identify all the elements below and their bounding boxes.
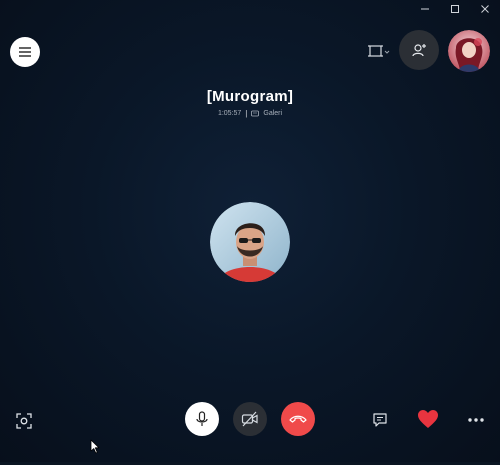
participant-photo xyxy=(210,202,290,282)
window-close-button[interactable] xyxy=(470,0,500,18)
window-maximize-button[interactable] xyxy=(440,0,470,18)
menu-button[interactable] xyxy=(10,37,40,67)
close-icon xyxy=(481,5,489,13)
call-title: [Murogram] xyxy=(206,88,294,105)
camera-capture-icon xyxy=(16,413,32,429)
window-minimize-button[interactable] xyxy=(410,0,440,18)
mute-microphone-button[interactable] xyxy=(185,402,219,436)
call-layout-button[interactable] xyxy=(366,40,392,62)
video-off-icon xyxy=(241,411,258,427)
end-call-button[interactable] xyxy=(281,402,315,436)
screenshot-button[interactable] xyxy=(12,409,36,433)
group-label: Galeri xyxy=(263,110,283,117)
toggle-video-button[interactable] xyxy=(233,402,267,436)
maximize-icon xyxy=(451,5,459,13)
add-person-icon xyxy=(412,44,426,57)
hangup-icon xyxy=(289,415,307,423)
open-chat-button[interactable] xyxy=(368,408,392,432)
call-meta: 1:05:57 | Galeri xyxy=(0,109,500,118)
send-reaction-button[interactable] xyxy=(415,407,441,431)
chat-icon xyxy=(373,413,387,427)
remote-participant-avatar[interactable] xyxy=(210,202,290,282)
meta-separator: | xyxy=(245,109,248,118)
heart-icon xyxy=(418,410,438,428)
self-avatar-image xyxy=(448,30,490,72)
more-options-button[interactable] xyxy=(464,408,488,432)
call-duration: 1:05:57 xyxy=(217,110,242,117)
self-avatar[interactable] xyxy=(448,30,490,72)
call-layout-icon xyxy=(368,45,390,57)
hamburger-icon xyxy=(19,47,31,57)
window-titlebar xyxy=(0,0,500,18)
add-people-button[interactable] xyxy=(399,30,439,70)
minimize-icon xyxy=(421,8,429,10)
microphone-icon xyxy=(196,411,208,426)
group-icon xyxy=(251,110,260,117)
mouse-cursor-icon xyxy=(90,439,100,454)
ellipsis-icon xyxy=(468,418,484,422)
